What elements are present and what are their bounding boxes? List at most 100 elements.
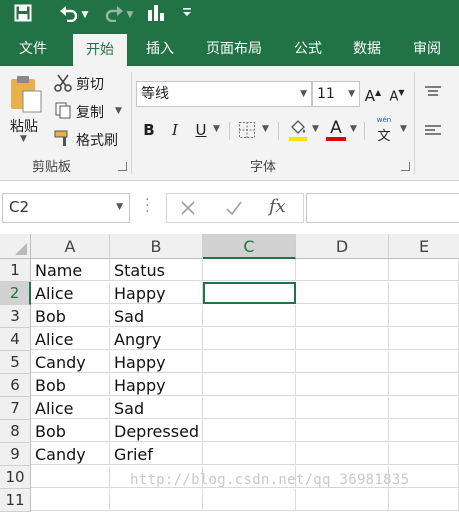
fill-color-icon[interactable]	[288, 118, 308, 142]
cell-c[interactable]	[203, 328, 296, 350]
active-cell[interactable]	[203, 282, 296, 304]
cell-e[interactable]	[389, 259, 459, 281]
fill-color-dropdown-icon[interactable]: ▼	[312, 124, 319, 134]
cell-d[interactable]	[296, 397, 389, 419]
font-color-icon[interactable]: A	[326, 118, 346, 142]
enter-icon[interactable]	[225, 199, 243, 217]
select-all-button[interactable]	[0, 234, 31, 259]
cell-a[interactable]: Alice	[31, 328, 110, 350]
cell-e[interactable]	[389, 420, 459, 442]
phonetic-dropdown-icon[interactable]: ▼	[400, 124, 407, 134]
italic-button[interactable]: I	[166, 118, 184, 142]
cell-c[interactable]	[203, 259, 296, 281]
row-header[interactable]: 9	[0, 443, 31, 466]
chevron-down-icon[interactable]: ▼	[348, 82, 355, 106]
chart-icon[interactable]	[145, 4, 167, 26]
cell-d[interactable]	[296, 282, 389, 304]
row-header[interactable]: 3	[0, 305, 31, 328]
cell-c[interactable]	[203, 489, 296, 511]
cell-c[interactable]	[203, 305, 296, 327]
cell-e[interactable]	[389, 374, 459, 396]
cell-d[interactable]	[296, 420, 389, 442]
paste-dropdown-icon[interactable]: ▼	[20, 134, 27, 144]
customize-qat-icon[interactable]	[180, 4, 194, 26]
row-header[interactable]: 10	[0, 466, 31, 489]
cell-a[interactable]: Alice	[31, 282, 110, 304]
copy-dropdown-icon[interactable]: ▼	[115, 106, 122, 116]
cell-e[interactable]	[389, 282, 459, 304]
cell-c[interactable]	[203, 351, 296, 373]
tab-formulas[interactable]: 公式	[284, 30, 332, 66]
decrease-font-size-icon[interactable]: A▼	[388, 81, 406, 105]
cell-a[interactable]	[31, 489, 110, 511]
column-header-e[interactable]: E	[389, 234, 459, 259]
font-color-dropdown-icon[interactable]: ▼	[350, 124, 357, 134]
phonetic-guide-icon[interactable]: wén 文	[374, 116, 394, 144]
tab-insert[interactable]: 插入	[136, 30, 184, 66]
tab-data[interactable]: 数据	[343, 30, 391, 66]
cell-e[interactable]	[389, 328, 459, 350]
cell-b[interactable]: Sad	[110, 397, 203, 419]
cell-b[interactable]: Depressed	[110, 420, 203, 442]
cell-a[interactable]: Bob	[31, 374, 110, 396]
cell-a[interactable]: Candy	[31, 351, 110, 373]
cell-e[interactable]	[389, 489, 459, 511]
cell-a[interactable]: Name	[31, 259, 110, 281]
cell-a[interactable]: Bob	[31, 420, 110, 442]
paste-icon[interactable]	[8, 74, 44, 114]
cell-e[interactable]	[389, 305, 459, 327]
paste-button[interactable]: 粘贴	[10, 116, 38, 136]
chevron-down-icon[interactable]: ▼	[116, 202, 123, 212]
cell-d[interactable]	[296, 351, 389, 373]
row-header[interactable]: 11	[0, 489, 31, 512]
row-header[interactable]: 5	[0, 351, 31, 374]
row-header[interactable]: 8	[0, 420, 31, 443]
cell-e[interactable]	[389, 443, 459, 465]
cell-c[interactable]	[203, 374, 296, 396]
cell-b[interactable]: Sad	[110, 305, 203, 327]
cut-button[interactable]: 剪切	[76, 74, 104, 94]
cell-a[interactable]: Alice	[31, 397, 110, 419]
cell-d[interactable]	[296, 443, 389, 465]
cell-b[interactable]: Happy	[110, 282, 203, 304]
cell-c[interactable]	[203, 443, 296, 465]
cell-c[interactable]	[203, 420, 296, 442]
font-launcher-icon[interactable]	[401, 162, 410, 171]
cell-b[interactable]: Status	[110, 259, 203, 281]
cell-b[interactable]: Happy	[110, 374, 203, 396]
font-size-combo[interactable]: 11 ▼	[312, 81, 360, 107]
row-header[interactable]: 7	[0, 397, 31, 420]
bold-button[interactable]: B	[140, 118, 158, 142]
row-header[interactable]: 4	[0, 328, 31, 351]
insert-function-icon[interactable]: fx	[269, 196, 286, 217]
cell-c[interactable]	[203, 397, 296, 419]
cell-e[interactable]	[389, 351, 459, 373]
copy-icon[interactable]	[54, 101, 72, 119]
cell-d[interactable]	[296, 328, 389, 350]
row-header[interactable]: 6	[0, 374, 31, 397]
underline-dropdown-icon[interactable]: ▼	[213, 124, 220, 134]
cell-e[interactable]	[389, 397, 459, 419]
column-header-d[interactable]: D	[296, 234, 389, 259]
scissors-icon[interactable]	[54, 74, 72, 92]
clipboard-launcher-icon[interactable]	[118, 162, 127, 171]
column-header-c[interactable]: C	[203, 234, 296, 259]
undo-icon[interactable]	[58, 4, 80, 26]
tab-file[interactable]: 文件	[8, 30, 58, 66]
borders-dropdown-icon[interactable]: ▼	[262, 124, 269, 134]
format-painter-button[interactable]: 格式刷	[76, 130, 118, 150]
cell-b[interactable]: Happy	[110, 351, 203, 373]
underline-button[interactable]: U	[192, 118, 210, 142]
column-header-b[interactable]: B	[110, 234, 203, 259]
cell-d[interactable]	[296, 489, 389, 511]
name-box[interactable]: C2 ▼	[2, 193, 130, 223]
tab-home[interactable]: 开始	[73, 34, 127, 66]
column-header-a[interactable]: A	[31, 234, 110, 259]
row-header[interactable]: 1	[0, 259, 31, 282]
cell-a[interactable]: Bob	[31, 305, 110, 327]
top-align-icon[interactable]	[424, 84, 442, 98]
align-left-icon[interactable]	[424, 123, 442, 137]
cell-b[interactable]	[110, 489, 203, 511]
cell-b[interactable]: Angry	[110, 328, 203, 350]
copy-button[interactable]: 复制	[76, 102, 104, 122]
